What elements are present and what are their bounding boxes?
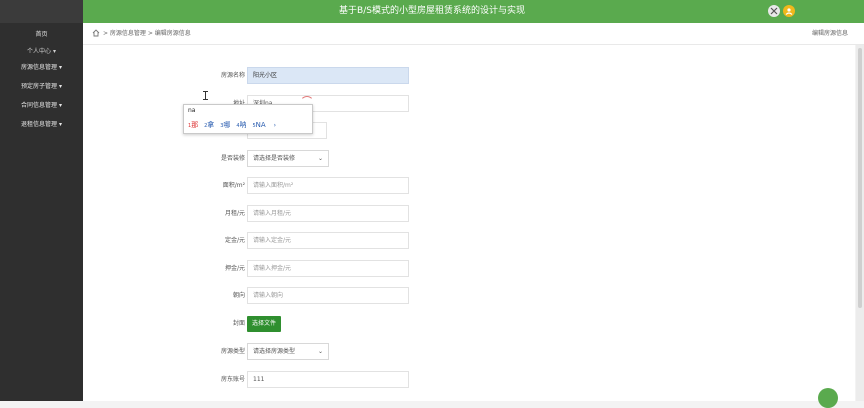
app-title: 基于B/S模式的小型房屋租赁系统的设计与实现 (339, 6, 525, 16)
row-rent: 月租/元 请输入月租/元 (83, 205, 483, 223)
name-label: 房源名称 (220, 72, 245, 79)
sidebar-item-profile[interactable]: 个人中心 ▾ (0, 45, 83, 58)
cover-label: 封面 (232, 320, 245, 327)
type-label: 房源类型 (220, 348, 245, 355)
choose-file-button[interactable]: 选择文件 (247, 316, 282, 332)
breadcrumb: > 房源信息管理 > 编辑房源信息 (103, 30, 191, 37)
decor-select-value: 请选择是否装修 (253, 155, 296, 162)
row-account: 房东账号 111 (83, 371, 483, 389)
rent-label: 月租/元 (224, 210, 245, 217)
sidebar-item-home[interactable]: 首页 (0, 23, 83, 45)
sidebar-item-listings[interactable]: 房源信息管理 ▾ (0, 58, 83, 77)
ime-candidate[interactable]: 5NA (252, 121, 265, 129)
ime-candidate[interactable]: 1那 (188, 120, 198, 130)
fullscreen-icon[interactable] (768, 5, 780, 17)
row-area: 面积/m² 请输入面积/m² (83, 177, 483, 195)
row-cover: 封面 选择文件 (83, 315, 483, 333)
breadcrumb-bar: > 房源信息管理 > 编辑房源信息 编辑房源信息 (83, 23, 864, 45)
row-orient: 朝向 请输入朝向 (83, 287, 483, 305)
text-cursor-icon (203, 91, 208, 100)
bond-label: 押金/元 (224, 265, 245, 272)
orient-label: 朝向 (232, 292, 245, 299)
edit-form: 房源名称 阳光小区 地址 深圳na 房源城市 请选择城市 是否装修 请选择是否装… (83, 45, 855, 401)
sidebar-item-bookings[interactable]: 预定房子管理 ▾ (0, 77, 83, 96)
area-input[interactable]: 请输入面积/m² (247, 177, 409, 194)
ime-candidate[interactable]: 4呐 (236, 120, 246, 130)
row-deposit: 定金/元 请输入定金/元 (83, 232, 483, 250)
area-label: 面积/m² (222, 182, 245, 189)
page-title: 编辑房源信息 (811, 30, 848, 37)
rent-input[interactable]: 请输入月租/元 (247, 205, 409, 222)
floating-action-button[interactable] (818, 388, 838, 408)
row-decor: 是否装修 请选择是否装修 ⌄ (83, 150, 483, 168)
decor-label: 是否装修 (220, 155, 245, 162)
type-select[interactable]: 请选择房源类型 ⌄ (247, 343, 329, 360)
row-name: 房源名称 阳光小区 (83, 67, 483, 85)
row-type: 房源类型 请选择房源类型 ⌄ (83, 343, 483, 361)
decor-select[interactable]: 请选择是否装修 ⌄ (247, 150, 329, 167)
scrollbar-thumb[interactable] (858, 48, 862, 308)
bond-input[interactable]: 请输入押金/元 (247, 260, 409, 277)
orient-input[interactable]: 请输入朝向 (247, 287, 409, 304)
row-bond: 押金/元 请输入押金/元 (83, 260, 483, 278)
deposit-label: 定金/元 (224, 237, 245, 244)
top-bar: 基于B/S模式的小型房屋租赁系统的设计与实现 (0, 0, 864, 23)
name-input[interactable]: 阳光小区 (247, 67, 409, 84)
type-select-value: 请选择房源类型 (253, 348, 296, 355)
account-label: 房东账号 (220, 376, 245, 383)
ime-candidate[interactable]: 3哪 (220, 120, 230, 130)
ime-candidate-popup: na 1那 2拿 3哪 4呐 5NA › (183, 104, 313, 134)
deposit-input[interactable]: 请输入定金/元 (247, 232, 409, 249)
ime-candidate-list: 1那 2拿 3哪 4呐 5NA › (188, 120, 276, 130)
ime-next-page-icon[interactable]: › (274, 122, 276, 129)
ime-candidate[interactable]: 2拿 (204, 120, 214, 130)
chevron-down-icon: ⌄ (317, 155, 323, 162)
account-input[interactable]: 111 (247, 371, 409, 388)
sidebar-item-checkout[interactable]: 退租信息管理 ▾ (0, 115, 83, 134)
chevron-down-icon: ⌄ (317, 348, 323, 355)
ime-composition: na (188, 107, 196, 114)
user-avatar-icon[interactable] (783, 5, 795, 17)
sidebar: 首页 个人中心 ▾ 房源信息管理 ▾ 预定房子管理 ▾ 合同信息管理 ▾ 退租信… (0, 23, 83, 401)
home-icon[interactable] (92, 29, 100, 37)
sidebar-item-contracts[interactable]: 合同信息管理 ▾ (0, 96, 83, 115)
scrollbar[interactable] (856, 45, 864, 401)
